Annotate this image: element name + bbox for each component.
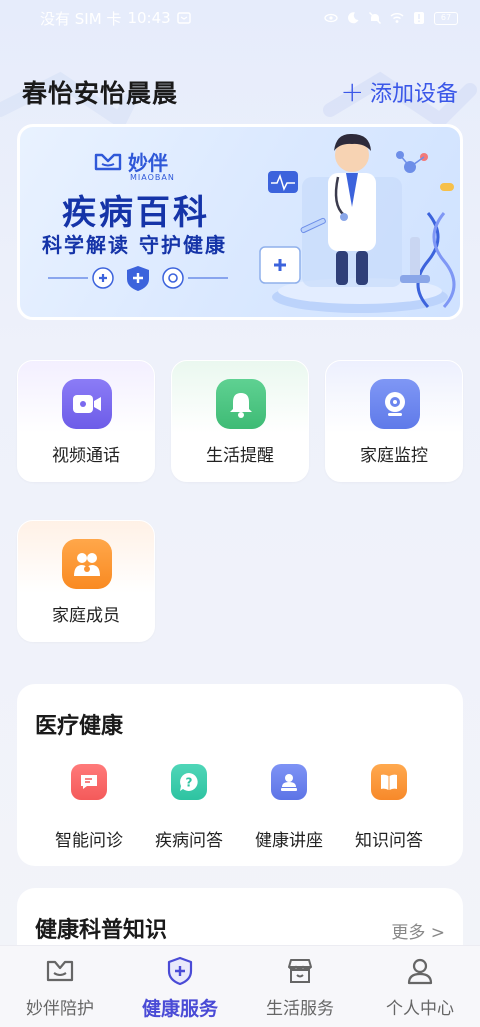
life-reminder-card[interactable]: 生活提醒: [171, 360, 309, 482]
add-device-button[interactable]: + 添加设备: [341, 76, 458, 108]
lecture-icon: [271, 764, 307, 800]
banner-logo-text: 妙伴: [128, 151, 168, 175]
health-lecture-label: 健康讲座: [255, 831, 323, 851]
battery-indicator: 67: [434, 11, 458, 25]
medical-health-title: 医疗健康: [35, 714, 124, 739]
tab-personal-center[interactable]: 个人中心: [360, 946, 480, 1027]
banner-logo: 妙伴: [94, 147, 168, 176]
mute-icon: [369, 12, 381, 24]
tab-companion[interactable]: 妙伴陪护: [0, 946, 120, 1027]
health-shield-icon: [167, 956, 193, 986]
video-call-card[interactable]: 视频通话: [17, 360, 155, 482]
header: 春怡安怡晨晨 + 添加设备: [22, 72, 458, 112]
life-reminder-label: 生活提醒: [206, 446, 274, 466]
book-icon: [371, 764, 407, 800]
tab-companion-label: 妙伴陪护: [26, 999, 94, 1019]
medical-health-section: 医疗健康 智能问诊 ? 疾病问答 健康讲座 知识问答: [17, 684, 463, 866]
family-icon: [62, 539, 112, 589]
camera-icon: [370, 379, 420, 429]
health-knowledge-title: 健康科普知识: [35, 918, 168, 943]
tab-health-service-label: 健康服务: [141, 998, 218, 1020]
smart-consultation-label: 智能问诊: [55, 831, 123, 851]
disease-encyclopedia-banner[interactable]: 妙伴 MIAOBAN 疾病百科 科学解读 守护健康: [17, 124, 463, 320]
clock: 10:43: [127, 9, 171, 27]
miaoban-logo-icon: [94, 153, 122, 170]
disease-qa-button[interactable]: ? 疾病问答: [141, 762, 237, 852]
tab-health-service[interactable]: 健康服务: [120, 946, 240, 1027]
home-monitor-card[interactable]: 家庭监控: [325, 360, 463, 482]
tab-life-service[interactable]: 生活服务: [240, 946, 360, 1027]
tab-life-service-label: 生活服务: [266, 999, 334, 1019]
svg-text:?: ?: [186, 776, 193, 790]
more-link[interactable]: 更多 >: [391, 918, 445, 943]
bottom-tab-bar: 妙伴陪护 健康服务 生活服务 个人中心: [0, 945, 480, 1027]
doctor-illustration: [259, 133, 456, 313]
page-title: 春怡安怡晨晨: [22, 79, 179, 108]
status-bar: 没有 SIM 卡 10:43 67: [0, 0, 480, 36]
plus-icon: +: [340, 75, 364, 108]
question-icon: ?: [171, 764, 207, 800]
banner-subtitle: 科学解读 守护健康: [42, 233, 227, 257]
smart-consultation-button[interactable]: 智能问诊: [41, 762, 137, 852]
add-device-label: 添加设备: [369, 82, 458, 107]
eye-icon: [324, 13, 338, 23]
health-lecture-button[interactable]: 健康讲座: [241, 762, 337, 852]
companion-icon: [46, 960, 74, 982]
video-icon: [62, 379, 112, 429]
moon-icon: [347, 12, 359, 24]
disease-qa-label: 疾病问答: [155, 831, 223, 851]
carrier-label: 没有 SIM 卡: [40, 9, 122, 28]
video-call-label: 视频通话: [52, 446, 120, 466]
wifi-icon: [390, 13, 404, 23]
knowledge-qa-button[interactable]: 知识问答: [341, 762, 437, 852]
notification-icon: [176, 12, 191, 24]
store-icon: [288, 959, 312, 983]
home-monitor-label: 家庭监控: [360, 446, 428, 466]
alert-icon: [414, 12, 424, 24]
banner-badges-decoration: [48, 266, 228, 291]
chat-icon: [71, 764, 107, 800]
banner-logo-subtext: MIAOBAN: [130, 173, 175, 182]
tab-personal-center-label: 个人中心: [386, 999, 454, 1019]
banner-title: 疾病百科: [62, 193, 210, 233]
family-members-card[interactable]: 家庭成员: [17, 520, 155, 642]
family-members-label: 家庭成员: [52, 606, 120, 626]
bell-icon: [216, 379, 266, 429]
knowledge-qa-label: 知识问答: [355, 831, 423, 851]
person-icon: [407, 958, 433, 985]
